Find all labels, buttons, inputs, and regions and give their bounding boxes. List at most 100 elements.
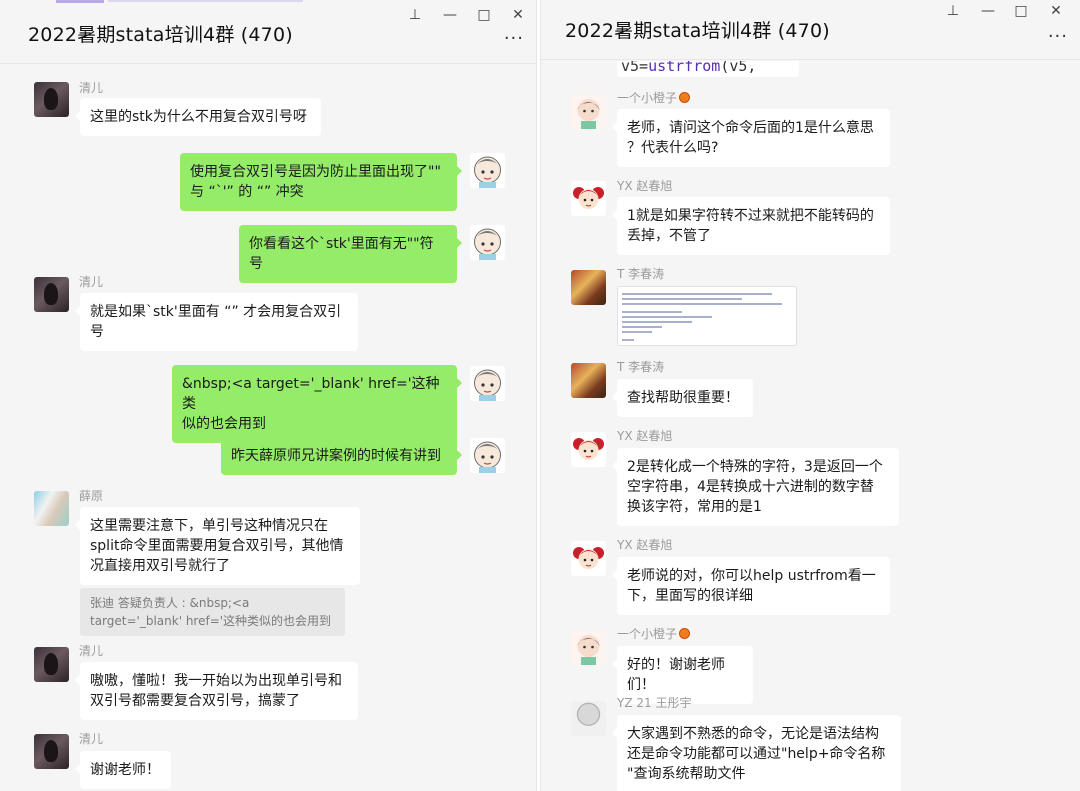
avatar[interactable]	[34, 734, 69, 769]
minimize-button[interactable]: —	[440, 6, 460, 24]
quoted-reply[interactable]: 张迪 答疑负责人 : &nbsp;<a target='_blank' href…	[80, 588, 345, 636]
message-line: "查询系统帮助文件	[627, 766, 746, 782]
message-line: 丢掉，不管了	[627, 228, 711, 244]
message-bubble[interactable]: 谢谢老师！	[75, 751, 171, 789]
code-token: (v5,	[720, 61, 757, 75]
image-text-line	[622, 303, 782, 305]
message-bubble[interactable]: 1就是如果字符转不过来就把不能转码的 丢掉，不管了	[612, 197, 890, 255]
message-bubble-own[interactable]: 你看看这个`stk'里面有无""符号	[239, 225, 462, 283]
close-button[interactable]: ✕	[508, 6, 528, 24]
cartoon-girl-icon	[573, 438, 604, 460]
message-bubble[interactable]: 大家遇到不熟悉的命令，无论是语法结构 还是命令功能都可以通过"help+命令名称…	[612, 715, 901, 791]
image-text-line	[622, 316, 712, 318]
avatar[interactable]	[571, 94, 606, 129]
message-bubble[interactable]: 这里需要注意下，单引号这种情况只在 split命令里面需要用复合双引号，其他情 …	[75, 507, 360, 585]
girl-avatar-icon	[474, 228, 501, 260]
message-line: 换该字符，常用的是1	[627, 499, 762, 515]
image-text-line	[622, 298, 742, 300]
message-bubble-own[interactable]: 昨天薛原师兄讲案例的时候有讲到	[221, 437, 462, 475]
avatar[interactable]	[34, 277, 69, 312]
maximize-button[interactable]: □	[474, 6, 494, 24]
message-bubble[interactable]: 2是转化成一个特殊的字符，3是返回一个 空字符串，4是转换成十六进制的数字替 换…	[612, 448, 899, 526]
sender-name: 薛原	[79, 489, 104, 503]
orange-icon	[679, 628, 691, 639]
orange-icon	[679, 92, 691, 103]
title-bar: 2022暑期stata培训4群 (470) ⊥ — □ ✕ ···	[541, 0, 1080, 60]
sender-name: YX 赵春旭	[617, 538, 673, 552]
close-button[interactable]: ✕	[1046, 2, 1066, 20]
message-bubble[interactable]: 查找帮助很重要！	[612, 379, 753, 417]
code-snippet-peek: v5=ustrfrom(v5, gb18	[617, 61, 799, 77]
avatar[interactable]	[571, 270, 606, 305]
cartoon-girl-icon	[573, 547, 604, 569]
avatar-self[interactable]	[470, 366, 505, 401]
image-attachment[interactable]	[617, 286, 797, 346]
pin-icon[interactable]: ⊥	[943, 2, 963, 20]
avatar-self[interactable]	[470, 225, 505, 260]
pin-icon[interactable]: ⊥	[405, 6, 425, 24]
tab-indicator-track	[108, 0, 303, 2]
image-text-line	[622, 311, 682, 313]
maximize-button[interactable]: □	[1011, 2, 1031, 20]
title-bar: 2022暑期stata培训4群 (470) ⊥ — □ ✕ ···	[0, 0, 536, 64]
avatar[interactable]	[34, 647, 69, 682]
avatar[interactable]	[34, 491, 69, 526]
avatar[interactable]	[571, 363, 606, 398]
quote-line: 张迪 答疑负责人 : &nbsp;<a	[90, 596, 250, 610]
girl-avatar-icon	[474, 369, 501, 401]
girl-avatar-icon	[474, 441, 501, 473]
image-text-line	[622, 331, 652, 333]
message-list[interactable]: v5=ustrfrom(v5, gb18 一个小橙子 老师，请问这个命令后面的1…	[541, 61, 1080, 791]
message-bubble[interactable]: 老师说的对，你可以help ustrfrom看一 下，里面写的很详细	[612, 557, 890, 615]
sender-name: 清儿	[79, 732, 104, 746]
chat-window-right: 2022暑期stata培训4群 (470) ⊥ — □ ✕ ··· v5=ust…	[540, 0, 1080, 791]
message-line: 号	[90, 324, 104, 340]
message-line: 老师说的对，你可以help ustrfrom看一	[627, 568, 876, 584]
avatar-self[interactable]	[470, 153, 505, 188]
avatar[interactable]	[571, 432, 606, 467]
girl-avatar-icon	[577, 635, 600, 665]
sender-name: 清儿	[79, 275, 104, 289]
message-line: split命令里面需要用复合双引号，其他情	[90, 538, 344, 554]
message-list[interactable]: 清儿 这里的stk为什么不用复合双引号呀 使用复合双引号是因为防止里面出现了""…	[0, 65, 536, 791]
code-token: ustrfrom	[648, 61, 721, 75]
quote-line: target='_blank' href='这种类似的也会用到	[90, 614, 332, 628]
sender-name: 一个小橙子	[617, 89, 691, 106]
avatar[interactable]	[571, 630, 606, 665]
sender-label: 一个小橙子	[617, 91, 678, 105]
minimize-button[interactable]: —	[978, 2, 998, 20]
avatar[interactable]	[571, 541, 606, 576]
sender-name: YZ 21 王彤宇	[617, 696, 692, 710]
avatar-self[interactable]	[470, 438, 505, 473]
message-bubble[interactable]: 这里的stk为什么不用复合双引号呀	[75, 98, 321, 136]
tab-indicator	[56, 0, 104, 3]
more-options-icon[interactable]: ···	[504, 30, 524, 48]
avatar[interactable]	[571, 181, 606, 216]
image-text-line	[622, 326, 662, 328]
message-bubble[interactable]: 就是如果`stk'里面有 “” 才会用复合双引 号	[75, 293, 358, 351]
image-text-line	[622, 321, 692, 323]
message-bubble-own[interactable]: 使用复合双引号是因为防止里面出现了"" 与 “`'” 的 “” 冲突	[180, 153, 462, 211]
message-line: 2是转化成一个特殊的字符，3是返回一个	[627, 459, 883, 475]
sender-name: YX 赵春旭	[617, 179, 673, 193]
avatar[interactable]	[571, 701, 606, 736]
sender-name: 一个小橙子	[617, 625, 691, 642]
chat-window-left: 2022暑期stata培训4群 (470) ⊥ — □ ✕ ··· 清儿 这里的…	[0, 0, 537, 791]
message-line: ？代表什么吗?	[627, 140, 719, 156]
message-line: 空字符串，4是转换成十六进制的数字替	[627, 479, 874, 495]
message-line: 1就是如果字符转不过来就把不能转码的	[627, 208, 874, 224]
message-bubble-own[interactable]: &nbsp;<a target='_blank' href='这种类 似的也会用…	[172, 365, 462, 443]
message-bubble[interactable]: 嗷嗷，懂啦！我一开始以为出现单引号和 双引号都需要复合双引号，搞蒙了	[75, 662, 358, 720]
code-token: v5=	[621, 61, 649, 75]
message-line: 与 “`'” 的 “” 冲突	[190, 184, 304, 200]
sender-name: 清儿	[79, 81, 104, 95]
message-line: 还是命令功能都可以通过"help+命令名称	[627, 746, 886, 762]
sender-name: YX 赵春旭	[617, 429, 673, 443]
message-bubble[interactable]: 老师，请问这个命令后面的1是什么意思 ？代表什么吗?	[612, 109, 890, 167]
avatar[interactable]	[34, 82, 69, 117]
message-line: 就是如果`stk'里面有 “” 才会用复合双引	[90, 304, 342, 320]
message-line: 老师，请问这个命令后面的1是什么意思	[627, 120, 874, 136]
message-line: 双引号都需要复合双引号，搞蒙了	[90, 693, 300, 709]
sender-name: T 李春涛	[617, 360, 665, 374]
more-options-icon[interactable]: ···	[1048, 28, 1068, 46]
